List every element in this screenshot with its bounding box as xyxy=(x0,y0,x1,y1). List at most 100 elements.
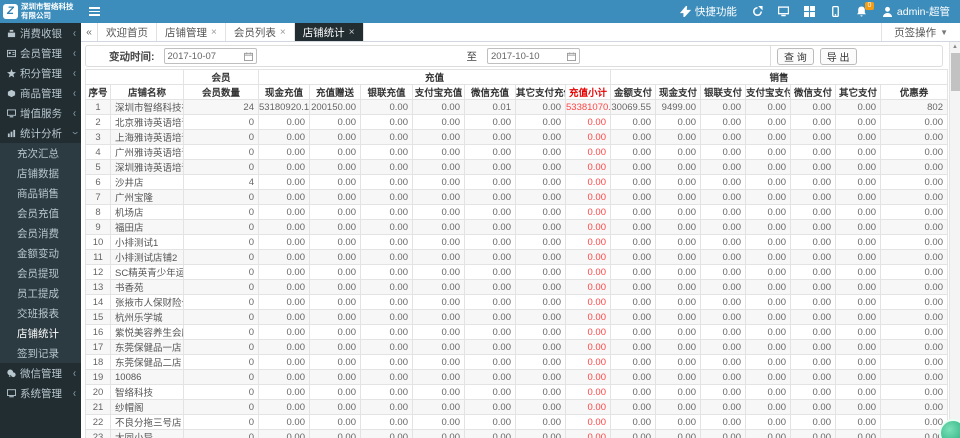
date-from-input[interactable]: 2017-10-07 xyxy=(164,48,257,64)
cell-value: 0.00 xyxy=(259,385,310,400)
table-row[interactable]: 12SC精英青少年运动中心00.000.000.000.000.000.000.… xyxy=(86,265,948,280)
table-row[interactable]: 10小排测试100.000.000.000.000.000.000.000.00… xyxy=(86,235,948,250)
cell-value: 0.00 xyxy=(656,340,701,355)
tab-店铺统计[interactable]: 店铺统计× xyxy=(295,23,364,41)
tab-会员列表[interactable]: 会员列表× xyxy=(226,23,295,41)
tab-欢迎首页[interactable]: 欢迎首页 xyxy=(98,23,157,41)
date-to-input[interactable]: 2017-10-10 xyxy=(487,48,580,64)
cell-value: 0.00 xyxy=(465,415,516,430)
sidebar-subitem-店铺数据[interactable]: 店铺数据 xyxy=(0,163,81,183)
sidebar-item-积分管理[interactable]: 积分管理‹ xyxy=(0,63,81,83)
mobile-button[interactable] xyxy=(830,6,841,17)
cell-value: 0.00 xyxy=(881,385,948,400)
table-row[interactable]: 16紫悦美容养生会所00.000.000.000.000.000.000.000… xyxy=(86,325,948,340)
table-row[interactable]: 7广州宝隆00.000.000.000.000.000.000.000.000.… xyxy=(86,190,948,205)
table-row[interactable]: 1深圳市智络科技有限公司2453180920.11200150.000.000.… xyxy=(86,100,948,115)
cell-value: 0.00 xyxy=(310,385,361,400)
calendar-icon[interactable] xyxy=(244,52,253,61)
table-row[interactable]: 4广州雅诗英语培训00.000.000.000.000.000.000.000.… xyxy=(86,145,948,160)
calendar-icon[interactable] xyxy=(567,52,576,61)
table-row[interactable]: 3上海雅诗英语培训00.000.000.000.000.000.000.000.… xyxy=(86,130,948,145)
close-icon[interactable]: × xyxy=(349,27,355,38)
close-icon[interactable]: × xyxy=(211,27,217,38)
tab-店铺管理[interactable]: 店铺管理× xyxy=(157,23,226,41)
table-row[interactable]: 17东莞保健品一店00.000.000.000.000.000.000.000.… xyxy=(86,340,948,355)
table-row[interactable]: 11小排测试店铺200.000.000.000.000.000.000.000.… xyxy=(86,250,948,265)
table-row[interactable]: 15杭州乐学城00.000.000.000.000.000.000.000.00… xyxy=(86,310,948,325)
goods-icon xyxy=(7,89,16,98)
cell-value: 0.00 xyxy=(516,235,566,250)
table-row[interactable]: 8机场店00.000.000.000.000.000.000.000.000.0… xyxy=(86,205,948,220)
cell-value: 0.00 xyxy=(566,190,611,205)
cell-value: 0.00 xyxy=(465,325,516,340)
table-row[interactable]: 6沙井店40.000.000.000.000.000.000.000.000.0… xyxy=(86,175,948,190)
cell-value: 0.00 xyxy=(791,280,836,295)
cell-value: 24 xyxy=(184,100,259,115)
sidebar-item-商品管理[interactable]: 商品管理‹ xyxy=(0,83,81,103)
refresh-button[interactable] xyxy=(752,6,763,17)
table-row[interactable]: 14张掖市人保财险公司00.000.000.000.000.000.000.00… xyxy=(86,295,948,310)
sidebar-item-增值服务[interactable]: 增值服务‹ xyxy=(0,103,81,123)
cell-value: 0.00 xyxy=(310,145,361,160)
sidebar-item-会员管理[interactable]: 会员管理‹ xyxy=(0,43,81,63)
store-name: 张掖市人保财险公司 xyxy=(111,295,184,310)
sidebar-item-微信管理[interactable]: 微信管理‹ xyxy=(0,363,81,383)
table-row[interactable]: 13书香苑00.000.000.000.000.000.000.000.000.… xyxy=(86,280,948,295)
table-row[interactable]: 5深圳雅诗英语培训00.000.000.000.000.000.000.000.… xyxy=(86,160,948,175)
cell-value: 0 xyxy=(184,295,259,310)
store-statistics-table: 会员充值销售序号店铺名称会员数量现金充值充值赠送银联充值支付宝充值微信充值其它支… xyxy=(85,69,948,438)
date-to-label: 至 xyxy=(467,49,478,64)
sidebar-subitem-充次汇总[interactable]: 充次汇总 xyxy=(0,143,81,163)
query-button[interactable]: 查 询 xyxy=(777,48,814,65)
sidebar-subitem-会员提现[interactable]: 会员提现 xyxy=(0,263,81,283)
cell-value: 0.00 xyxy=(836,100,881,115)
row-index: 14 xyxy=(86,295,111,310)
sidebar-subitem-商品销售[interactable]: 商品销售 xyxy=(0,183,81,203)
sidebar-subitem-会员消费[interactable]: 会员消费 xyxy=(0,223,81,243)
table-row[interactable]: 23大同小异00.000.000.000.000.000.000.000.000… xyxy=(86,430,948,438)
notifications-button[interactable]: 0 xyxy=(856,6,867,17)
sidebar-item-系统管理[interactable]: 系统管理‹ xyxy=(0,383,81,403)
sidebar-item-消费收银[interactable]: 消费收银‹ xyxy=(0,23,81,43)
sidebar-subitem-会员充值[interactable]: 会员充值 xyxy=(0,203,81,223)
cell-value: 0.00 xyxy=(791,310,836,325)
quick-functions-button[interactable]: 快捷功能 xyxy=(680,4,737,19)
cell-value: 0.00 xyxy=(881,370,948,385)
scroll-up-icon[interactable]: ▲ xyxy=(950,42,960,52)
table-row[interactable]: 2北京雅诗英语培训00.000.000.000.000.000.000.000.… xyxy=(86,115,948,130)
chevron-down-icon: ‹ xyxy=(68,132,81,135)
table-row[interactable]: 22不良分拖三号店00.000.000.000.000.000.000.000.… xyxy=(86,415,948,430)
table-row[interactable]: 9福田店00.000.000.000.000.000.000.000.000.0… xyxy=(86,220,948,235)
cell-value: 0.00 xyxy=(465,430,516,438)
table-row[interactable]: 191008600.000.000.000.000.000.000.000.00… xyxy=(86,370,948,385)
table-row[interactable]: 20智络科技00.000.000.000.000.000.000.000.000… xyxy=(86,385,948,400)
row-index: 7 xyxy=(86,190,111,205)
cell-value: 0.00 xyxy=(259,310,310,325)
sidebar-subitem-交班报表[interactable]: 交班报表 xyxy=(0,303,81,323)
vertical-scrollbar[interactable]: ▲ ▼ xyxy=(949,42,960,438)
table-row[interactable]: 18东莞保健品二店00.000.000.000.000.000.000.000.… xyxy=(86,355,948,370)
modules-button[interactable] xyxy=(804,6,815,17)
monitor-button[interactable] xyxy=(778,6,789,17)
sidebar-subitem-店铺统计[interactable]: 店铺统计 xyxy=(0,323,81,343)
close-icon[interactable]: × xyxy=(280,27,286,38)
cell-value: 0.00 xyxy=(881,145,948,160)
cell-value: 0.00 xyxy=(259,220,310,235)
tab-scroll-left-icon[interactable]: « xyxy=(81,23,98,41)
page-actions-dropdown[interactable]: 页签操作 ▼ xyxy=(881,23,960,41)
sidebar-subitem-员工提成[interactable]: 员工提成 xyxy=(0,283,81,303)
scrollbar-thumb[interactable] xyxy=(951,53,960,91)
brand-logo[interactable]: Z 深圳市智络科技有限公司 xyxy=(0,0,81,23)
sidebar-subitem-签到记录[interactable]: 签到记录 xyxy=(0,343,81,363)
table-row[interactable]: 21纱帽阁00.000.000.000.000.000.000.000.000.… xyxy=(86,400,948,415)
sidebar-item-统计分析[interactable]: 统计分析‹ xyxy=(0,123,81,143)
sidebar-subitem-金额变动[interactable]: 金额变动 xyxy=(0,243,81,263)
cell-value: 0.00 xyxy=(413,100,465,115)
sidebar-toggle-icon[interactable] xyxy=(81,0,107,23)
cell-value: 0.00 xyxy=(566,160,611,175)
cell-value: 0.00 xyxy=(746,220,791,235)
cell-value: 802 xyxy=(881,100,948,115)
user-menu[interactable]: admin-超管 xyxy=(882,4,950,19)
row-index: 3 xyxy=(86,130,111,145)
export-button[interactable]: 导 出 xyxy=(820,48,857,65)
